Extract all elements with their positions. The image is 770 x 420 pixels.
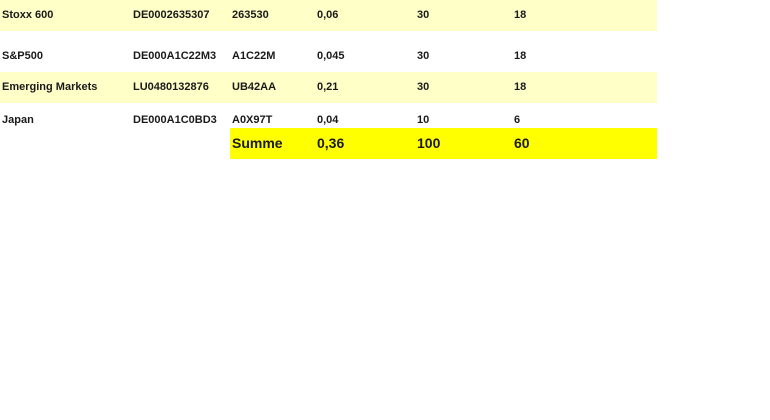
isin-cell[interactable]: DE000A1C0BD3 [133, 105, 217, 136]
value-a-cell[interactable]: 30 [417, 41, 429, 72]
ter-cell[interactable]: 0,21 [317, 72, 338, 103]
fund-name-cell[interactable]: S&P500 [2, 41, 43, 72]
summary-ter-total[interactable]: 0,36 [317, 128, 344, 159]
value-a-cell[interactable]: 30 [417, 0, 429, 31]
table-row: Stoxx 600 DE0002635307 263530 0,06 30 18 [0, 0, 657, 31]
ter-cell[interactable]: 0,06 [317, 0, 338, 31]
summary-label[interactable]: Summe [232, 128, 283, 159]
isin-cell[interactable]: LU0480132876 [133, 72, 209, 103]
spreadsheet-area: Stoxx 600 DE0002635307 263530 0,06 30 18… [0, 0, 770, 420]
fund-name-cell[interactable]: Emerging Markets [2, 72, 97, 103]
summary-value-b-total[interactable]: 60 [514, 128, 530, 159]
isin-cell[interactable]: DE000A1C22M3 [133, 41, 216, 72]
fund-name-cell[interactable]: Japan [2, 105, 34, 136]
ter-cell[interactable]: 0,045 [317, 41, 345, 72]
summary-value-a-total[interactable]: 100 [417, 128, 440, 159]
wkn-cell[interactable]: 263530 [232, 0, 269, 31]
table-row: Emerging Markets LU0480132876 UB42AA 0,2… [0, 72, 657, 103]
value-b-cell[interactable]: 18 [514, 72, 526, 103]
isin-cell[interactable]: DE0002635307 [133, 0, 209, 31]
wkn-cell[interactable]: UB42AA [232, 72, 276, 103]
value-a-cell[interactable]: 30 [417, 72, 429, 103]
summary-row: Summe 0,36 100 60 [230, 128, 657, 159]
value-b-cell[interactable]: 18 [514, 41, 526, 72]
table-row: S&P500 DE000A1C22M3 A1C22M 0,045 30 18 [0, 41, 657, 72]
wkn-cell[interactable]: A1C22M [232, 41, 275, 72]
fund-name-cell[interactable]: Stoxx 600 [2, 0, 53, 31]
value-b-cell[interactable]: 18 [514, 0, 526, 31]
